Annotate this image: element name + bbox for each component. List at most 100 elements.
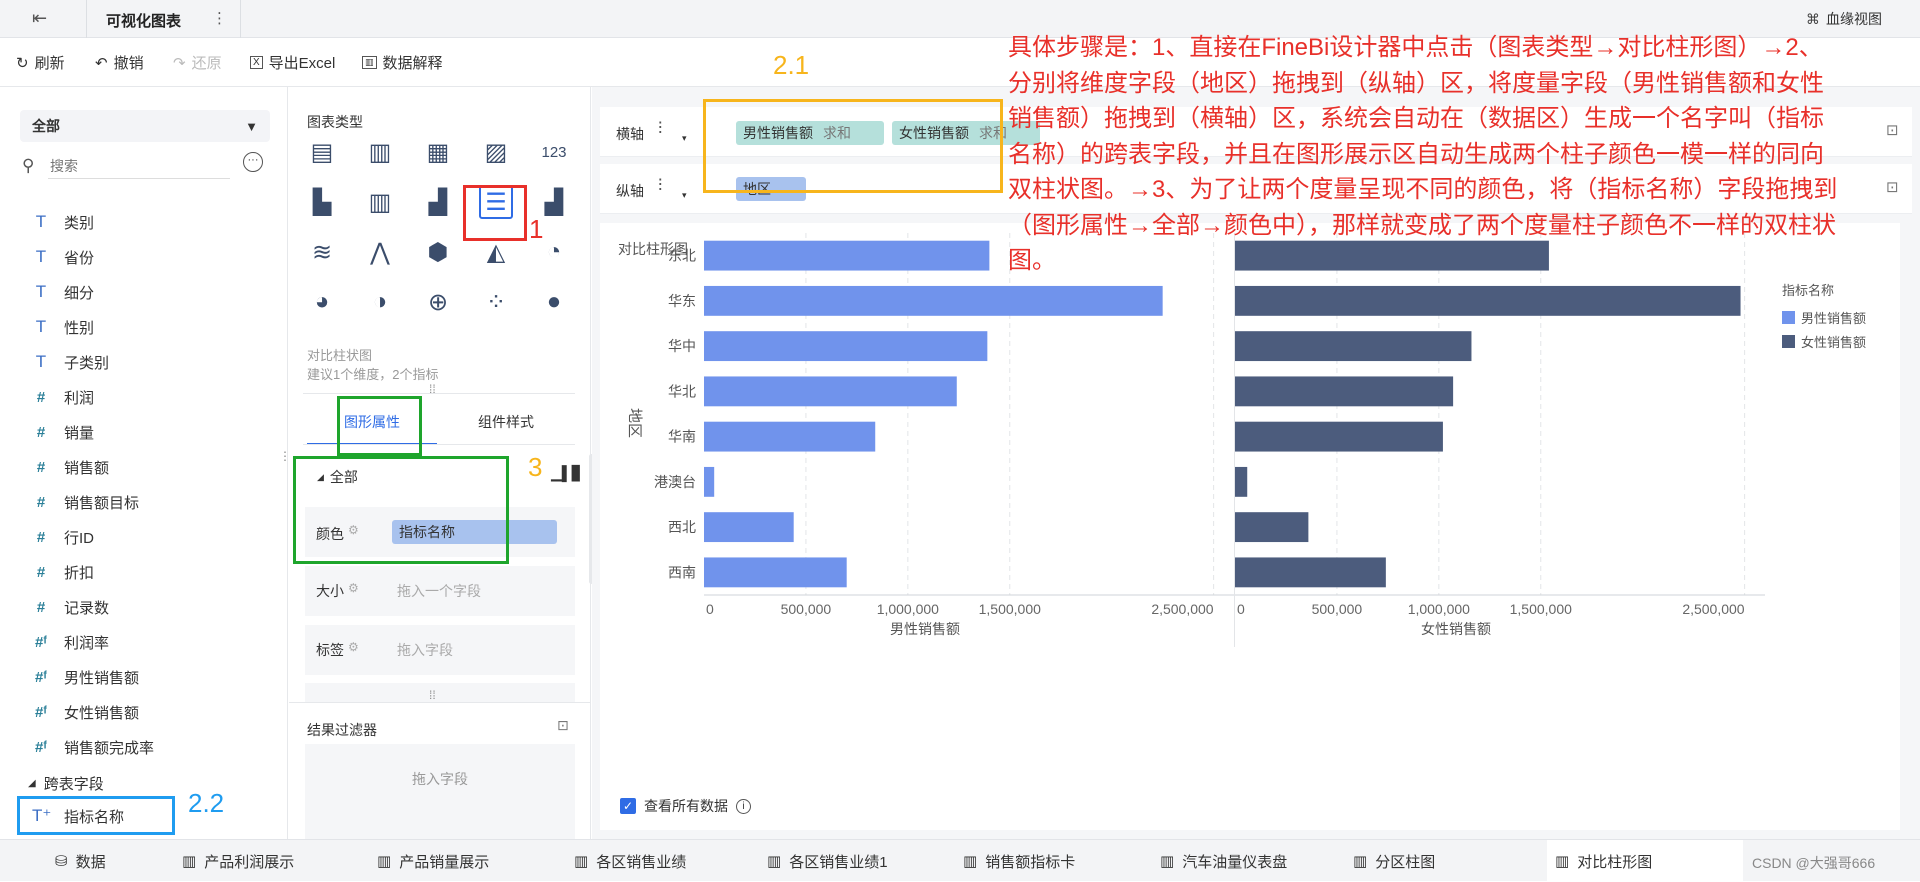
undo-button[interactable]: ↶ 撤销 (95, 38, 144, 87)
field-item[interactable]: # 销售额 (32, 452, 109, 482)
bar (704, 240, 990, 271)
filter-drop-zone[interactable]: 拖入字段 (305, 744, 575, 839)
chart-sheet-icon: ▥ (377, 853, 392, 870)
annotation-orange-box (703, 99, 1003, 193)
field-item[interactable]: # 销售额目标 (32, 487, 139, 517)
scatter-chart-icon[interactable]: ⁘ (479, 285, 513, 319)
refresh-button[interactable]: ↻ 刷新 (16, 38, 65, 87)
tab-component-style[interactable]: 组件样式 (441, 409, 571, 445)
export-excel-button[interactable]: X 导出Excel (250, 38, 335, 87)
sunburst-chart-icon[interactable]: ⊕ (421, 285, 455, 319)
dropdown-small-icon[interactable]: ▾ (682, 190, 687, 201)
legend-label: 男性销售额 (1801, 311, 1866, 326)
chart-type-switch-icon[interactable]: ▁▌▊ (551, 465, 582, 482)
shelf-settings-icon[interactable]: ⊡ (1886, 178, 1899, 196)
more-icon[interactable]: ⋮ (212, 9, 227, 27)
chart-card: 对比柱形图 0 500,000 1,000,000 1,500,000 2,500,00… (600, 223, 1900, 830)
stream-chart-icon[interactable]: ≋ (305, 235, 339, 269)
bubble-chart-icon[interactable]: ● (537, 285, 571, 319)
gear-icon[interactable]: ⚙ (348, 581, 359, 595)
annotation-step-2-1: 2.1 (773, 50, 810, 80)
search-input[interactable] (48, 153, 230, 179)
calculated-measure-icon: #ᶠ (35, 668, 47, 686)
field-item[interactable]: # 利润 (32, 382, 94, 412)
dataset-select[interactable]: 全部 ▼ (20, 110, 270, 142)
field-item[interactable]: # 折扣 (32, 557, 94, 587)
cross-table-icon[interactable]: ▦ (421, 135, 455, 169)
search-icon: ⚲ (22, 156, 35, 175)
filter-settings-icon[interactable]: ⊡ (557, 717, 569, 734)
field-item[interactable]: #ᶠ 男性销售额 (32, 662, 139, 692)
y-tick-label: 港澳台 (654, 474, 696, 490)
sheet-tab[interactable]: ▥ 销售额指标卡 (963, 840, 1075, 882)
collapse-triangle-icon: ◢ (28, 778, 36, 789)
sheet-tab[interactable]: ▥ 分区柱图 (1353, 840, 1435, 882)
gear-icon[interactable]: ⚙ (348, 640, 359, 654)
data-explain-button[interactable]: ▥ 数据解释 (362, 38, 443, 87)
field-item[interactable]: T 性别 (32, 312, 94, 342)
size-drop-placeholder: 拖入一个字段 (397, 583, 481, 599)
x-tick-label: 2,500,000 (1151, 601, 1213, 617)
chart-sheet-icon: ▥ (1555, 853, 1570, 870)
field-item[interactable]: T 类别 (32, 207, 94, 237)
measure-icon: # (36, 423, 46, 441)
result-filter-title: 结果过滤器 (307, 722, 377, 738)
treemap-table-icon[interactable]: ▨ (479, 135, 513, 169)
field-item[interactable]: #ᶠ 女性销售额 (32, 697, 139, 727)
splitter-handle[interactable]: ⁞⁞ (429, 688, 436, 702)
kpi-card-icon[interactable]: 123 (537, 135, 571, 169)
y-tick-label: 华北 (668, 383, 696, 399)
pie-chart-icon[interactable]: ◕ (305, 285, 339, 319)
axis-settings-icon[interactable]: ⫶ (658, 176, 662, 196)
calculated-measure-icon: #ᶠ (35, 738, 47, 756)
cross-table-section[interactable]: ◢ 跨表字段 (28, 773, 104, 794)
rose-chart-icon[interactable]: ◑ (363, 285, 397, 319)
measure-icon: # (36, 493, 46, 511)
back-icon[interactable]: ⇤ (32, 8, 47, 29)
y-tick-label: 东北 (668, 248, 696, 264)
field-item[interactable]: #ᶠ 销售额完成率 (32, 732, 154, 762)
sheet-tab[interactable]: ▥ 各区销售业绩1 (767, 840, 888, 882)
shelf-settings-icon[interactable]: ⊡ (1886, 121, 1899, 139)
chart-sheet-icon: ▥ (574, 853, 589, 870)
x-tick-label: 500,000 (781, 601, 832, 617)
sheet-tab[interactable]: ▥ 对比柱形图 (1547, 840, 1743, 882)
bar (704, 557, 847, 588)
redo-button[interactable]: ↷ 还原 (173, 38, 222, 87)
sheet-tab[interactable]: ▥ 产品利润展示 (182, 840, 294, 882)
x-axis-label: 横轴 (616, 126, 644, 142)
info-icon[interactable]: i (736, 798, 751, 814)
y-tick-label: 西北 (668, 519, 696, 535)
legend-swatch (1782, 335, 1795, 348)
field-item[interactable]: T 子类别 (32, 347, 109, 377)
x-tick-label: 0 (1237, 601, 1245, 617)
dropdown-small-icon[interactable]: ▾ (682, 133, 687, 144)
axis-settings-icon[interactable]: ⫶ (658, 119, 662, 139)
sheet-tab[interactable]: ▥ 各区销售业绩 (574, 840, 686, 882)
label-drop-placeholder: 拖入字段 (397, 642, 453, 658)
chart-sheet-icon: ▥ (767, 853, 782, 870)
field-item[interactable]: # 记录数 (32, 592, 109, 622)
x-tick-label: 1,500,000 (1510, 601, 1572, 617)
field-item[interactable]: T 细分 (32, 277, 94, 307)
more-options-icon[interactable]: ··· (243, 152, 263, 172)
table-chart-icon[interactable]: ▤ (305, 135, 339, 169)
lineage-view-button[interactable]: ⌘ 血缘视图 (1806, 9, 1882, 29)
column-chart-icon[interactable]: ▟ (421, 185, 455, 219)
line-chart-icon[interactable]: ⋀ (363, 235, 397, 269)
sheet-tab[interactable]: ▥ 产品销量展示 (377, 840, 489, 882)
sheet-tab[interactable]: ▥ 汽车油量仪表盘 (1160, 840, 1287, 882)
show-all-data-toggle[interactable]: ✓ 查看所有数据 i (620, 796, 751, 816)
field-item[interactable]: # 行ID (32, 522, 94, 552)
stacked-bar-icon[interactable]: ▙ (305, 185, 339, 219)
field-panel: 全部 ▼ ⚲ ··· T类别 T省份 T细分 T性别 T子类别 #利润 #销量 #销售额 #销售… (0, 87, 291, 839)
bar (704, 466, 715, 497)
grouped-column-icon[interactable]: ▥ (363, 185, 397, 219)
selected-chart-hint: 建议1个维度，2个指标 (307, 367, 439, 382)
detail-table-icon[interactable]: ▥ (363, 135, 397, 169)
field-item[interactable]: #ᶠ 利润率 (32, 627, 109, 657)
field-item[interactable]: # 销量 (32, 417, 94, 447)
sheet-tab[interactable]: ⛁ 数据 (55, 840, 106, 882)
field-item[interactable]: T 省份 (32, 242, 94, 272)
radar-chart-icon[interactable]: ⬢ (421, 235, 455, 269)
